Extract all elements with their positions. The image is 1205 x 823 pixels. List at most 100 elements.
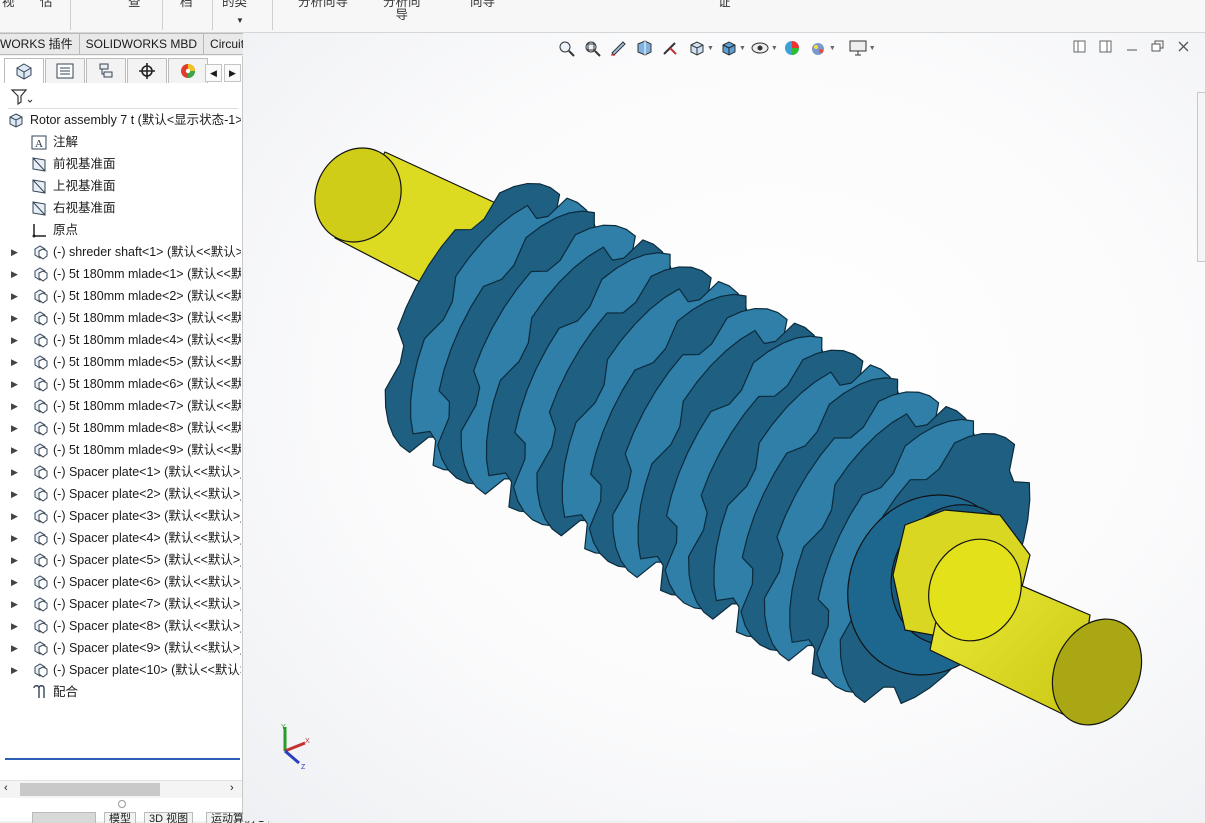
component-icon bbox=[31, 641, 48, 656]
scroll-left-arrow-icon[interactable]: ◀ bbox=[205, 64, 222, 82]
expand-arrow-icon[interactable]: ▶ bbox=[11, 505, 18, 527]
tab-3d-views[interactable]: 3D 视图 bbox=[144, 812, 194, 823]
expand-arrow-icon[interactable]: ▶ bbox=[11, 395, 18, 417]
tree-item-label: 原点 bbox=[53, 223, 79, 237]
chevron-down-icon[interactable]: ▼ bbox=[236, 14, 244, 27]
tab-solidworks-mbd[interactable]: SOLIDWORKS MBD bbox=[79, 33, 205, 55]
tree-item-label: 右视基准面 bbox=[53, 201, 116, 215]
expand-arrow-icon[interactable]: ▶ bbox=[11, 307, 18, 329]
tree-item-label: (-) Spacer plate<9> (默认<<默认>_显示状态 1>) bbox=[53, 641, 241, 655]
tree-item-label: (-) Spacer plate<8> (默认<<默认>_显示状态 1>) bbox=[53, 619, 241, 633]
tree-item-component[interactable]: ▶ (-) Spacer plate<10> (默认<<默认>_显示状态 1>) bbox=[0, 659, 241, 681]
ribbon-button[interactable]: 的类 bbox=[222, 0, 247, 9]
expand-arrow-icon[interactable]: ▶ bbox=[11, 329, 18, 351]
expand-arrow-icon[interactable]: ▶ bbox=[11, 417, 18, 439]
scroll-right-arrow-icon[interactable]: ▶ bbox=[224, 64, 241, 82]
expand-arrow-icon[interactable]: ▶ bbox=[11, 373, 18, 395]
tree-item-mates[interactable]: 配合 bbox=[0, 681, 241, 703]
expand-arrow-icon[interactable]: ▶ bbox=[11, 637, 18, 659]
expand-arrow-icon[interactable]: ▶ bbox=[11, 461, 18, 483]
tab-addins[interactable]: WORKS 插件 bbox=[0, 33, 80, 55]
tab-property-manager[interactable] bbox=[45, 58, 85, 83]
tree-item[interactable]: 右视基准面 bbox=[0, 197, 241, 219]
command-ribbon: 视 估 查 档 的类 分析向导 分析向 导 向导 证 ▼ bbox=[0, 0, 1205, 33]
ribbon-button[interactable]: 档 bbox=[180, 0, 193, 9]
tree-item-component[interactable]: ▶ (-) 5t 180mm mlade<8> (默认<<默认>_显示状态 1>) bbox=[0, 417, 241, 439]
tree-item-component[interactable]: ▶ (-) 5t 180mm mlade<4> (默认<<默认>_显示状态 1>) bbox=[0, 329, 241, 351]
expand-arrow-icon[interactable]: ▶ bbox=[11, 439, 18, 461]
tree-item-component[interactable]: ▶ (-) Spacer plate<6> (默认<<默认>_显示状态 1>) bbox=[0, 571, 241, 593]
component-icon bbox=[31, 619, 48, 634]
expand-arrow-icon[interactable]: ▶ bbox=[11, 351, 18, 373]
tab-display-manager[interactable] bbox=[168, 58, 208, 83]
expand-arrow-icon[interactable]: ▶ bbox=[11, 549, 18, 571]
tree-item-component[interactable]: ▶ (-) shreder shaft<1> (默认<<默认>_显示状态 1>) bbox=[0, 241, 241, 263]
tab-scroll-control[interactable] bbox=[32, 812, 96, 823]
horizontal-scrollbar[interactable]: ‹ › bbox=[0, 780, 242, 798]
tree-item[interactable]: 前视基准面 bbox=[0, 153, 241, 175]
expand-arrow-icon[interactable]: ▶ bbox=[11, 571, 18, 593]
ribbon-separator bbox=[162, 0, 163, 30]
filter-icon[interactable] bbox=[10, 87, 34, 107]
tree-item-component[interactable]: ▶ (-) Spacer plate<1> (默认<<默认>_显示状态 1>) bbox=[0, 461, 241, 483]
scroll-left-icon[interactable]: ‹ bbox=[4, 782, 8, 794]
tree-item-component[interactable]: ▶ (-) 5t 180mm mlade<5> (默认<<默认>_显示状态 1>) bbox=[0, 351, 241, 373]
expand-arrow-icon[interactable]: ▶ bbox=[11, 241, 18, 263]
ribbon-button[interactable]: 分析向 导 bbox=[383, 0, 421, 22]
tree-item-component[interactable]: ▶ (-) 5t 180mm mlade<2> (默认<<默认>_显示状态 1>) bbox=[0, 285, 241, 307]
tree-item-label: (-) 5t 180mm mlade<2> (默认<<默认>_显示状态 1>) bbox=[53, 289, 241, 303]
expand-arrow-icon[interactable]: ▶ bbox=[11, 263, 18, 285]
ribbon-button[interactable]: 估 bbox=[40, 0, 53, 9]
plane-icon bbox=[31, 179, 47, 194]
tree-item-component[interactable]: ▶ (-) Spacer plate<2> (默认<<默认>_显示状态 1>) bbox=[0, 483, 241, 505]
tree-item-component[interactable]: ▶ (-) Spacer plate<9> (默认<<默认>_显示状态 1>) bbox=[0, 637, 241, 659]
tree-item-component[interactable]: ▶ (-) Spacer plate<3> (默认<<默认>_显示状态 1>) bbox=[0, 505, 241, 527]
tree-item-component[interactable]: ▶ (-) 5t 180mm mlade<1> (默认<<默认>_显示状态 1>) bbox=[0, 263, 241, 285]
ribbon-button[interactable]: 查 bbox=[128, 0, 141, 9]
tree-item-label: (-) 5t 180mm mlade<8> (默认<<默认>_显示状态 1>) bbox=[53, 421, 241, 435]
expand-arrow-icon[interactable]: ▶ bbox=[11, 659, 18, 681]
component-icon bbox=[31, 289, 48, 304]
filter-bar bbox=[8, 86, 238, 109]
tree-root[interactable]: Rotor assembly 7 t (默认<显示状态-1>) bbox=[0, 109, 241, 131]
expand-arrow-icon[interactable]: ▶ bbox=[11, 483, 18, 505]
ribbon-button[interactable]: 视 bbox=[2, 0, 15, 9]
tree-item-component[interactable]: ▶ (-) 5t 180mm mlade<9> (默认<<默认>_显示状态 1>) bbox=[0, 439, 241, 461]
ribbon-button[interactable]: 分析向导 bbox=[298, 0, 348, 9]
tab-feature-manager[interactable] bbox=[4, 58, 44, 83]
tree-item-label: (-) Spacer plate<5> (默认<<默认>_显示状态 1>) bbox=[53, 553, 241, 567]
expand-arrow-icon[interactable]: ▶ bbox=[11, 527, 18, 549]
tree-item-component[interactable]: ▶ (-) Spacer plate<5> (默认<<默认>_显示状态 1>) bbox=[0, 549, 241, 571]
tree-item[interactable]: 上视基准面 bbox=[0, 175, 241, 197]
graphics-viewport[interactable]: ▼ ▼ ▼ ▼ ▼ Y X Z bbox=[243, 33, 1205, 821]
tree-item-component[interactable]: ▶ (-) Spacer plate<7> (默认<<默认>_显示状态 1>) bbox=[0, 593, 241, 615]
tree-item-component[interactable]: ▶ (-) Spacer plate<8> (默认<<默认>_显示状态 1>) bbox=[0, 615, 241, 637]
mates-icon bbox=[31, 685, 47, 700]
ribbon-button[interactable]: 证 bbox=[718, 0, 731, 9]
expand-arrow-icon[interactable]: ▶ bbox=[11, 615, 18, 637]
rollback-bar[interactable] bbox=[5, 758, 240, 760]
expand-arrow-icon[interactable]: ▶ bbox=[11, 285, 18, 307]
tab-configuration-manager[interactable] bbox=[86, 58, 126, 83]
scrollbar-thumb[interactable] bbox=[20, 783, 160, 796]
tree-item-label: Rotor assembly 7 t (默认<显示状态-1>) bbox=[30, 113, 241, 127]
tab-model[interactable]: 模型 bbox=[104, 812, 136, 823]
tree-item-component[interactable]: ▶ (-) 5t 180mm mlade<7> (默认<<默认>_显示状态 1>) bbox=[0, 395, 241, 417]
tree-item-label: (-) shreder shaft<1> (默认<<默认>_显示状态 1>) bbox=[53, 245, 241, 259]
tree-item[interactable]: A 注解 bbox=[0, 131, 241, 153]
scroll-right-icon[interactable]: › bbox=[230, 782, 234, 794]
expand-arrow-icon[interactable]: ▶ bbox=[11, 593, 18, 615]
tree-item-component[interactable]: ▶ (-) Spacer plate<4> (默认<<默认>_显示状态 1>) bbox=[0, 527, 241, 549]
assembly-icon bbox=[8, 113, 24, 128]
ribbon-button[interactable]: 向导 bbox=[470, 0, 495, 9]
task-pane-tabs[interactable] bbox=[1197, 92, 1205, 262]
tree-item-label: (-) Spacer plate<10> (默认<<默认>_显示状态 1>) bbox=[53, 663, 241, 677]
tree-item-component[interactable]: ▶ (-) 5t 180mm mlade<6> (默认<<默认>_显示状态 1>) bbox=[0, 373, 241, 395]
splitter-handle-icon[interactable] bbox=[118, 800, 126, 808]
triad-z-label: Z bbox=[301, 764, 306, 771]
tree-item-component[interactable]: ▶ (-) 5t 180mm mlade<3> (默认<<默认>_显示状态 1>) bbox=[0, 307, 241, 329]
tab-dimxpert-manager[interactable] bbox=[127, 58, 167, 83]
component-icon bbox=[31, 443, 48, 458]
tree-item[interactable]: 原点 bbox=[0, 219, 241, 241]
rotor-assembly-model[interactable] bbox=[243, 33, 1205, 821]
